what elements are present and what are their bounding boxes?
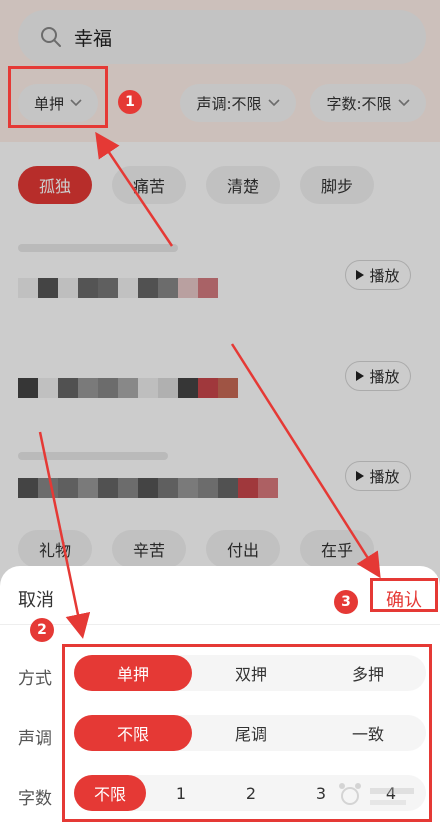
step-badge-3: 3 bbox=[334, 590, 358, 614]
option-label: 2 bbox=[245, 783, 257, 803]
tone-option-end[interactable]: 尾调 bbox=[192, 715, 310, 751]
option-label: 不限 bbox=[116, 725, 149, 744]
option-label: 3 bbox=[315, 783, 327, 803]
watermark-logo bbox=[339, 783, 414, 805]
tone-option-match[interactable]: 一致 bbox=[310, 715, 426, 751]
tone-label: 声调 bbox=[18, 729, 52, 749]
method-option-multi[interactable]: 多押 bbox=[310, 655, 426, 691]
step-badge-1: 1 bbox=[118, 90, 142, 114]
option-label: 单押 bbox=[116, 665, 149, 684]
count-option-1[interactable]: 1 bbox=[146, 775, 216, 811]
option-label: 不限 bbox=[93, 785, 126, 804]
step-badge-2: 2 bbox=[30, 618, 54, 642]
cancel-button[interactable]: 取消 bbox=[18, 586, 54, 612]
option-label: 多押 bbox=[351, 665, 384, 684]
option-label: 1 bbox=[175, 783, 187, 803]
count-option-any[interactable]: 不限 bbox=[74, 775, 146, 811]
word-count-label: 字数 bbox=[18, 789, 52, 809]
confirm-button[interactable]: 确认 bbox=[386, 586, 422, 612]
method-option-single[interactable]: 单押 bbox=[74, 655, 192, 691]
method-option-double[interactable]: 双押 bbox=[192, 655, 310, 691]
option-label: 尾调 bbox=[234, 725, 267, 744]
method-segmented-control: 单押 双押 多押 bbox=[74, 655, 426, 691]
divider bbox=[0, 624, 440, 625]
count-option-2[interactable]: 2 bbox=[216, 775, 286, 811]
option-label: 双押 bbox=[234, 665, 267, 684]
method-label: 方式 bbox=[18, 669, 52, 689]
option-label: 一致 bbox=[351, 725, 384, 744]
tone-segmented-control: 不限 尾调 一致 bbox=[74, 715, 426, 751]
tone-option-any[interactable]: 不限 bbox=[74, 715, 192, 751]
